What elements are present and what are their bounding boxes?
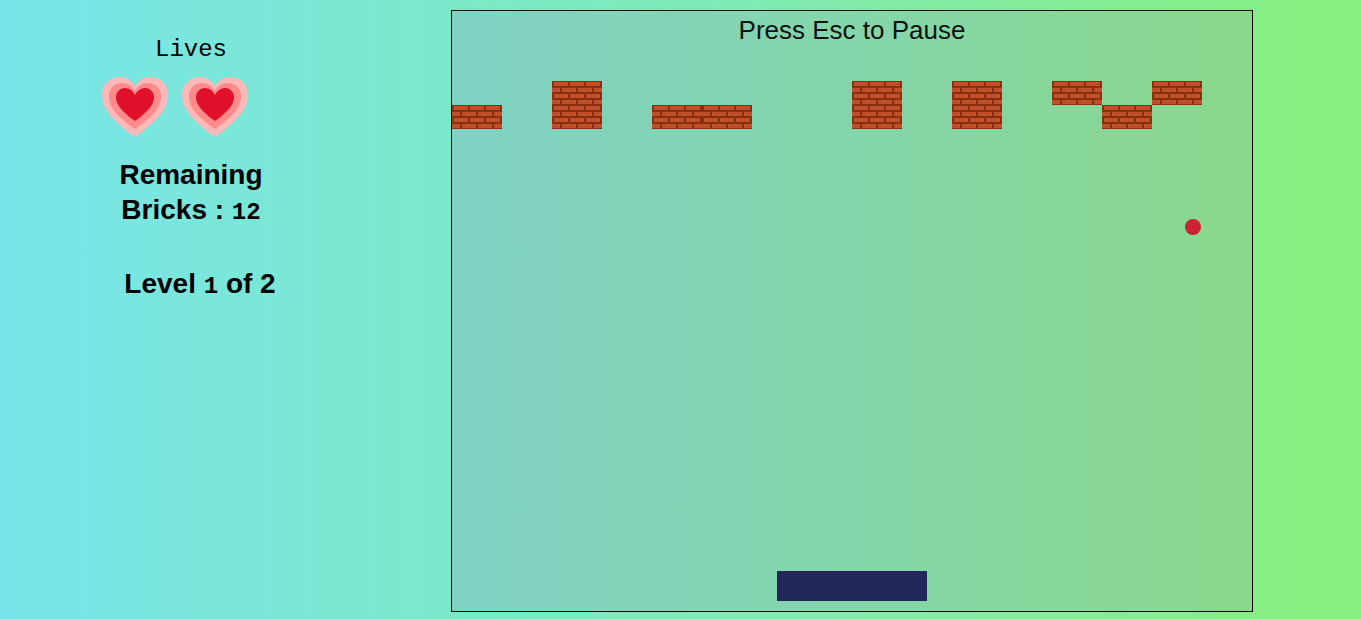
ball	[1185, 219, 1201, 235]
paddle[interactable]	[777, 571, 927, 601]
brick	[552, 81, 602, 105]
game-canvas[interactable]: Press Esc to Pause	[451, 10, 1253, 612]
brick	[452, 105, 502, 129]
pause-hint: Press Esc to Pause	[452, 11, 1252, 45]
lives-hearts	[100, 75, 250, 139]
side-panel: Lives Remaining Bricks : 12 Level 1 of 2	[0, 0, 451, 619]
heart-icon	[100, 75, 170, 139]
lives-label: Lives	[155, 36, 227, 64]
level-indicator: Level 1 of 2	[124, 266, 275, 304]
page: Lives Remaining Bricks : 12 Level 1 of 2 Pr…	[0, 0, 1361, 619]
remaining-bricks: Remaining Bricks : 12	[100, 157, 282, 230]
brick	[702, 105, 752, 129]
brick	[952, 81, 1002, 105]
brick	[952, 105, 1002, 129]
brick	[852, 81, 902, 105]
brick	[1152, 81, 1202, 105]
brick	[1102, 105, 1152, 129]
heart-icon	[180, 75, 250, 139]
brick	[652, 105, 702, 129]
brick	[1052, 81, 1102, 105]
brick	[852, 105, 902, 129]
brick	[552, 105, 602, 129]
